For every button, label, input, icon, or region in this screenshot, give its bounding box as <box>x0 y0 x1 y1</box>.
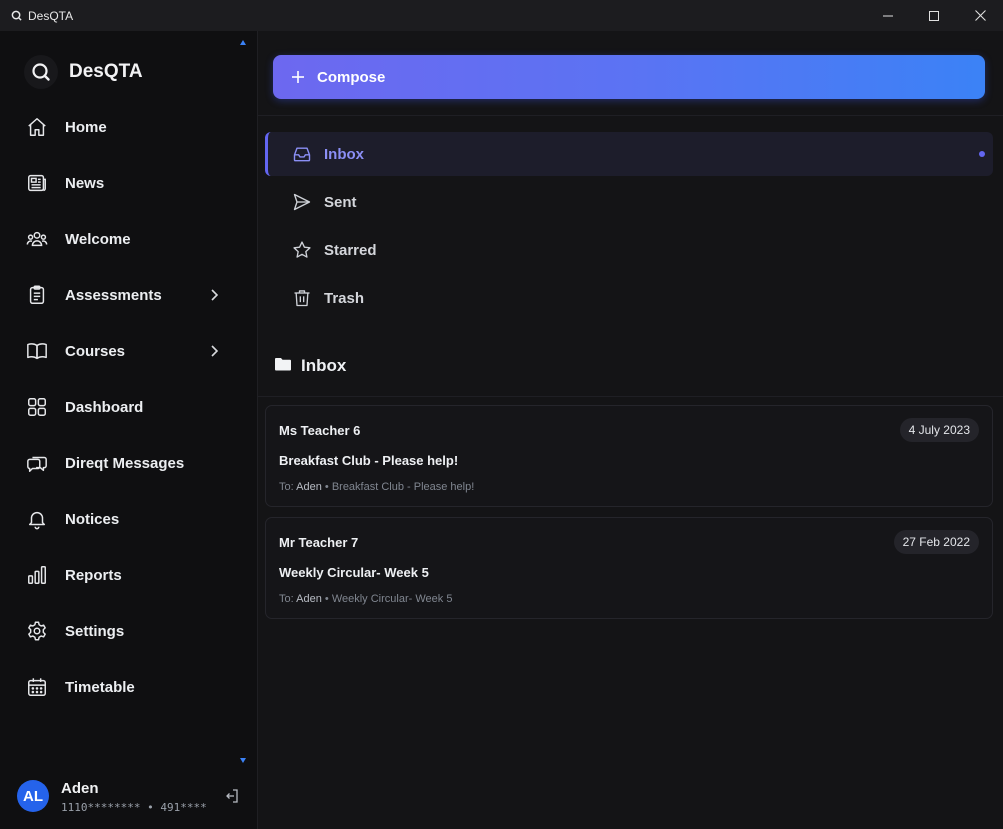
sidebar-item-welcome[interactable]: Welcome <box>0 211 238 267</box>
sidebar-item-label: Courses <box>65 342 126 360</box>
sidebar-item-label: Direqt Messages <box>65 454 185 472</box>
divider <box>258 115 1003 116</box>
message-item[interactable]: Ms Teacher 6 4 July 2023 Breakfast Club … <box>265 405 993 507</box>
newspaper-icon <box>25 171 49 195</box>
section-title: Inbox <box>301 356 347 375</box>
sidebar-item-label: Settings <box>65 622 125 640</box>
sidebar-item-label: Reports <box>65 566 122 584</box>
trash-icon <box>292 288 312 308</box>
maximize-icon <box>929 10 939 21</box>
message-date-badge: 4 July 2023 <box>899 418 979 442</box>
sidebar-item-assessments[interactable]: Assessments <box>0 267 238 323</box>
folder-starred[interactable]: Starred <box>265 228 993 272</box>
sidebar-item-label: Notices <box>65 510 120 528</box>
maximize-button[interactable] <box>911 0 957 31</box>
section-header: Inbox <box>275 356 346 376</box>
chevron-right-icon <box>206 343 222 359</box>
folder-label: Starred <box>324 241 377 259</box>
plus-icon <box>291 70 305 84</box>
home-icon <box>25 115 49 139</box>
message-date-badge: 27 Feb 2022 <box>893 530 979 554</box>
sidebar-item-label: Home <box>65 118 107 136</box>
user-profile[interactable]: AL Aden 1110******** • 491**** <box>0 771 257 829</box>
app-window: DesQTA DesQTA Home News Welcome Assessme… <box>0 0 1003 829</box>
user-meta: 1110******** • 491**** <box>61 801 207 814</box>
calendar-icon <box>25 675 49 699</box>
scroll-down-arrow-icon[interactable] <box>240 758 246 763</box>
brand-name: DesQTA <box>69 61 143 82</box>
sidebar-scrollbar[interactable] <box>238 36 248 766</box>
sidebar-item-timetable[interactable]: Timetable <box>0 659 238 715</box>
folder-trash[interactable]: Trash <box>265 276 993 320</box>
message-preview: • Weekly Circular- Week 5 <box>324 593 453 605</box>
folder-icon <box>275 357 291 376</box>
chat-icon <box>25 451 49 475</box>
message-sender: Ms Teacher 6 <box>279 423 361 438</box>
message-meta: To: Aden • Weekly Circular- Week 5 <box>279 593 452 605</box>
sidebar-item-reports[interactable]: Reports <box>0 547 238 603</box>
to-name: Aden <box>296 481 322 493</box>
to-prefix: To: <box>279 593 294 605</box>
to-prefix: To: <box>279 481 294 493</box>
folder-inbox[interactable]: Inbox <box>265 132 993 176</box>
sidebar-item-label: Timetable <box>65 678 135 696</box>
message-subject: Breakfast Club - Please help! <box>279 453 459 468</box>
users-icon <box>25 227 49 251</box>
sidebar-item-notices[interactable]: Notices <box>0 491 238 547</box>
folder-label: Inbox <box>324 145 364 163</box>
grid-icon <box>25 395 49 419</box>
scroll-up-arrow-icon[interactable] <box>240 40 246 45</box>
sidebar-item-direqt-messages[interactable]: Direqt Messages <box>0 435 238 491</box>
message-subject: Weekly Circular- Week 5 <box>279 565 429 580</box>
bell-icon <box>25 507 49 531</box>
folder-sent[interactable]: Sent <box>265 180 993 224</box>
message-sender: Mr Teacher 7 <box>279 535 359 550</box>
close-window-button[interactable] <box>957 0 1003 31</box>
close-icon <box>974 10 986 21</box>
gear-icon <box>25 619 49 643</box>
bar-chart-icon <box>25 563 49 587</box>
brand[interactable]: DesQTA <box>24 55 143 89</box>
user-name: Aden <box>61 780 99 797</box>
app-logo-icon <box>10 10 22 22</box>
divider <box>258 396 1003 397</box>
book-icon <box>25 339 49 363</box>
send-icon <box>292 192 312 212</box>
to-name: Aden <box>296 593 322 605</box>
minimize-button[interactable] <box>865 0 911 31</box>
avatar[interactable]: AL <box>17 780 49 812</box>
star-icon <box>292 240 312 260</box>
message-item[interactable]: Mr Teacher 7 27 Feb 2022 Weekly Circular… <box>265 517 993 619</box>
window-title: DesQTA <box>28 8 74 23</box>
folder-label: Trash <box>324 289 365 307</box>
sidebar-nav: Home News Welcome Assessments Courses Da… <box>0 99 238 715</box>
sidebar: DesQTA Home News Welcome Assessments Cou… <box>0 31 258 829</box>
sidebar-item-dashboard[interactable]: Dashboard <box>0 379 238 435</box>
sidebar-item-home[interactable]: Home <box>0 99 238 155</box>
brand-logo-icon <box>24 55 58 89</box>
sidebar-item-label: Dashboard <box>65 398 144 416</box>
sidebar-item-news[interactable]: News <box>0 155 238 211</box>
folder-label: Sent <box>324 193 357 211</box>
sidebar-item-label: News <box>65 174 105 192</box>
message-list: Ms Teacher 6 4 July 2023 Breakfast Club … <box>265 405 993 629</box>
compose-label: Compose <box>317 68 386 86</box>
message-preview: • Breakfast Club - Please help! <box>324 481 475 493</box>
minimize-icon <box>883 15 893 16</box>
clipboard-icon <box>25 283 49 307</box>
active-indicator-dot <box>979 151 985 157</box>
title-bar: DesQTA <box>0 0 1003 32</box>
sidebar-item-label: Welcome <box>65 230 131 248</box>
folder-list: Inbox Sent Starred Trash <box>265 132 993 324</box>
sidebar-item-label: Assessments <box>65 286 162 304</box>
sidebar-item-courses[interactable]: Courses <box>0 323 238 379</box>
chevron-right-icon <box>206 287 222 303</box>
message-meta: To: Aden • Breakfast Club - Please help! <box>279 481 474 493</box>
compose-button[interactable]: Compose <box>273 55 985 99</box>
inbox-icon <box>292 144 312 164</box>
sidebar-item-settings[interactable]: Settings <box>0 603 238 659</box>
main-content: Compose Inbox Sent Starred Trash Inbox M… <box>258 31 1003 829</box>
logout-icon[interactable] <box>224 788 240 804</box>
